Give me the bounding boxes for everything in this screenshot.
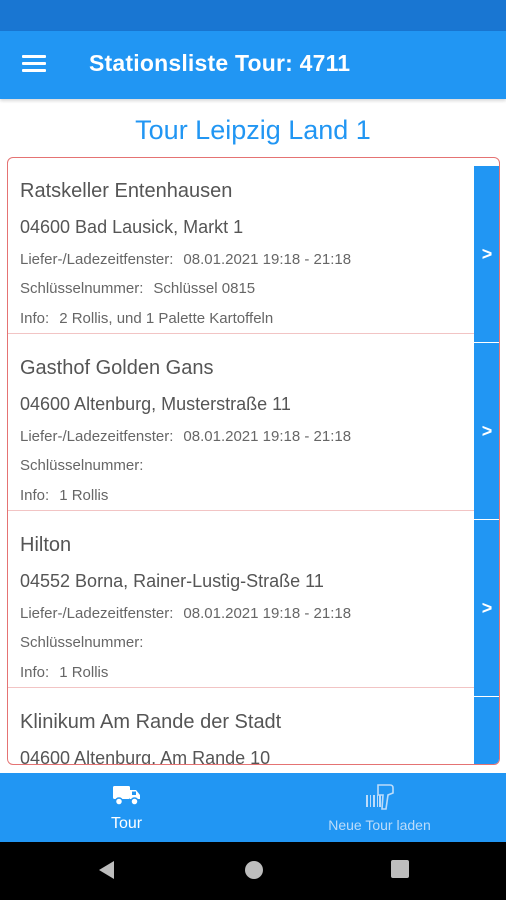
key-number-value: Schlüssel 0815	[153, 280, 256, 297]
time-window-row: Liefer-/Ladezeitfenster: 08.01.2021 19:18…	[20, 251, 351, 268]
station-item[interactable]: Klinikum Am Rande der Stadt 04600 Altenb…	[8, 689, 499, 765]
station-address: 04600 Bad Lausick, Markt 1	[20, 217, 244, 237]
info-row: Info: 1 Rollis	[20, 487, 108, 504]
info-label: Info:	[20, 487, 50, 504]
key-number-row: Schlüsselnummer:	[20, 634, 153, 651]
time-window-row: Liefer-/Ladezeitfenster: 08.01.2021 19:18…	[20, 605, 351, 622]
info-value: 1 Rollis	[59, 664, 109, 681]
station-item[interactable]: Ratskeller Entenhausen 04600 Bad Lausick…	[8, 158, 499, 342]
tab-tour[interactable]: Tour	[0, 773, 253, 842]
open-station-button[interactable]	[474, 697, 499, 764]
truck-icon	[112, 786, 140, 806]
station-list[interactable]: Ratskeller Entenhausen 04600 Bad Lausick…	[7, 157, 500, 765]
time-window-value: 08.01.2021 19:18 - 21:18	[183, 428, 352, 445]
tab-load-tour-label: Neue Tour laden	[328, 817, 431, 833]
info-label: Info:	[20, 310, 50, 327]
back-icon[interactable]	[96, 859, 116, 881]
key-number-row: Schlüsselnummer: Schlüssel 0815	[20, 280, 255, 297]
time-window-value: 08.01.2021 19:18 - 21:18	[183, 605, 352, 622]
key-number-label: Schlüsselnummer:	[20, 280, 144, 297]
info-value: 1 Rollis	[59, 487, 109, 504]
station-item[interactable]: Hilton 04552 Borna, Rainer-Lustig-Straße…	[8, 512, 499, 696]
bottom-navigation: Tour Neue Tour laden	[0, 773, 506, 842]
open-station-button[interactable]: >	[474, 166, 499, 342]
time-window-label: Liefer-/Ladezeitfenster:	[20, 251, 174, 268]
info-row: Info: 1 Rollis	[20, 664, 108, 681]
page-title: Stationsliste Tour: 4711	[89, 50, 351, 76]
open-station-button[interactable]: >	[474, 343, 499, 519]
station-name: Gasthof Golden Gans	[20, 357, 214, 379]
barcode-scanner-icon	[365, 784, 394, 810]
divider	[8, 687, 474, 688]
home-icon[interactable]	[243, 859, 265, 881]
divider	[8, 510, 474, 511]
station-address: 04600 Altenburg, Am Rande 10	[20, 748, 271, 765]
tour-name: Tour Leipzig Land 1	[135, 115, 371, 145]
system-navigation-bar	[0, 842, 506, 900]
station-name: Ratskeller Entenhausen	[20, 180, 233, 202]
station-address: 04552 Borna, Rainer-Lustig-Straße 11	[20, 571, 324, 591]
tab-load-tour[interactable]: Neue Tour laden	[253, 773, 506, 842]
status-bar	[0, 0, 506, 31]
time-window-label: Liefer-/Ladezeitfenster:	[20, 428, 174, 445]
time-window-value: 08.01.2021 19:18 - 21:18	[183, 251, 352, 268]
key-number-row: Schlüsselnummer:	[20, 457, 153, 474]
station-item[interactable]: Gasthof Golden Gans 04600 Altenburg, Mus…	[8, 335, 499, 519]
open-station-button[interactable]: >	[474, 520, 499, 696]
tab-tour-label: Tour	[110, 815, 143, 832]
recents-icon[interactable]	[390, 859, 410, 879]
station-name: Hilton	[20, 534, 72, 556]
info-value: 2 Rollis, und 1 Palette Kartoffeln	[59, 310, 274, 327]
info-label: Info:	[20, 664, 50, 681]
app-bar: Stationsliste Tour: 4711	[0, 31, 506, 99]
time-window-label: Liefer-/Ladezeitfenster:	[20, 605, 174, 622]
key-number-label: Schlüsselnummer:	[20, 457, 144, 474]
info-row: Info: 2 Rollis, und 1 Palette Kartoffeln	[20, 310, 273, 327]
key-number-label: Schlüsselnummer:	[20, 634, 144, 651]
menu-icon[interactable]	[22, 53, 48, 77]
station-name: Klinikum Am Rande der Stadt	[20, 711, 282, 733]
time-window-row: Liefer-/Ladezeitfenster: 08.01.2021 19:18…	[20, 428, 351, 445]
divider	[8, 333, 474, 334]
station-address: 04600 Altenburg, Musterstraße 11	[20, 394, 291, 414]
